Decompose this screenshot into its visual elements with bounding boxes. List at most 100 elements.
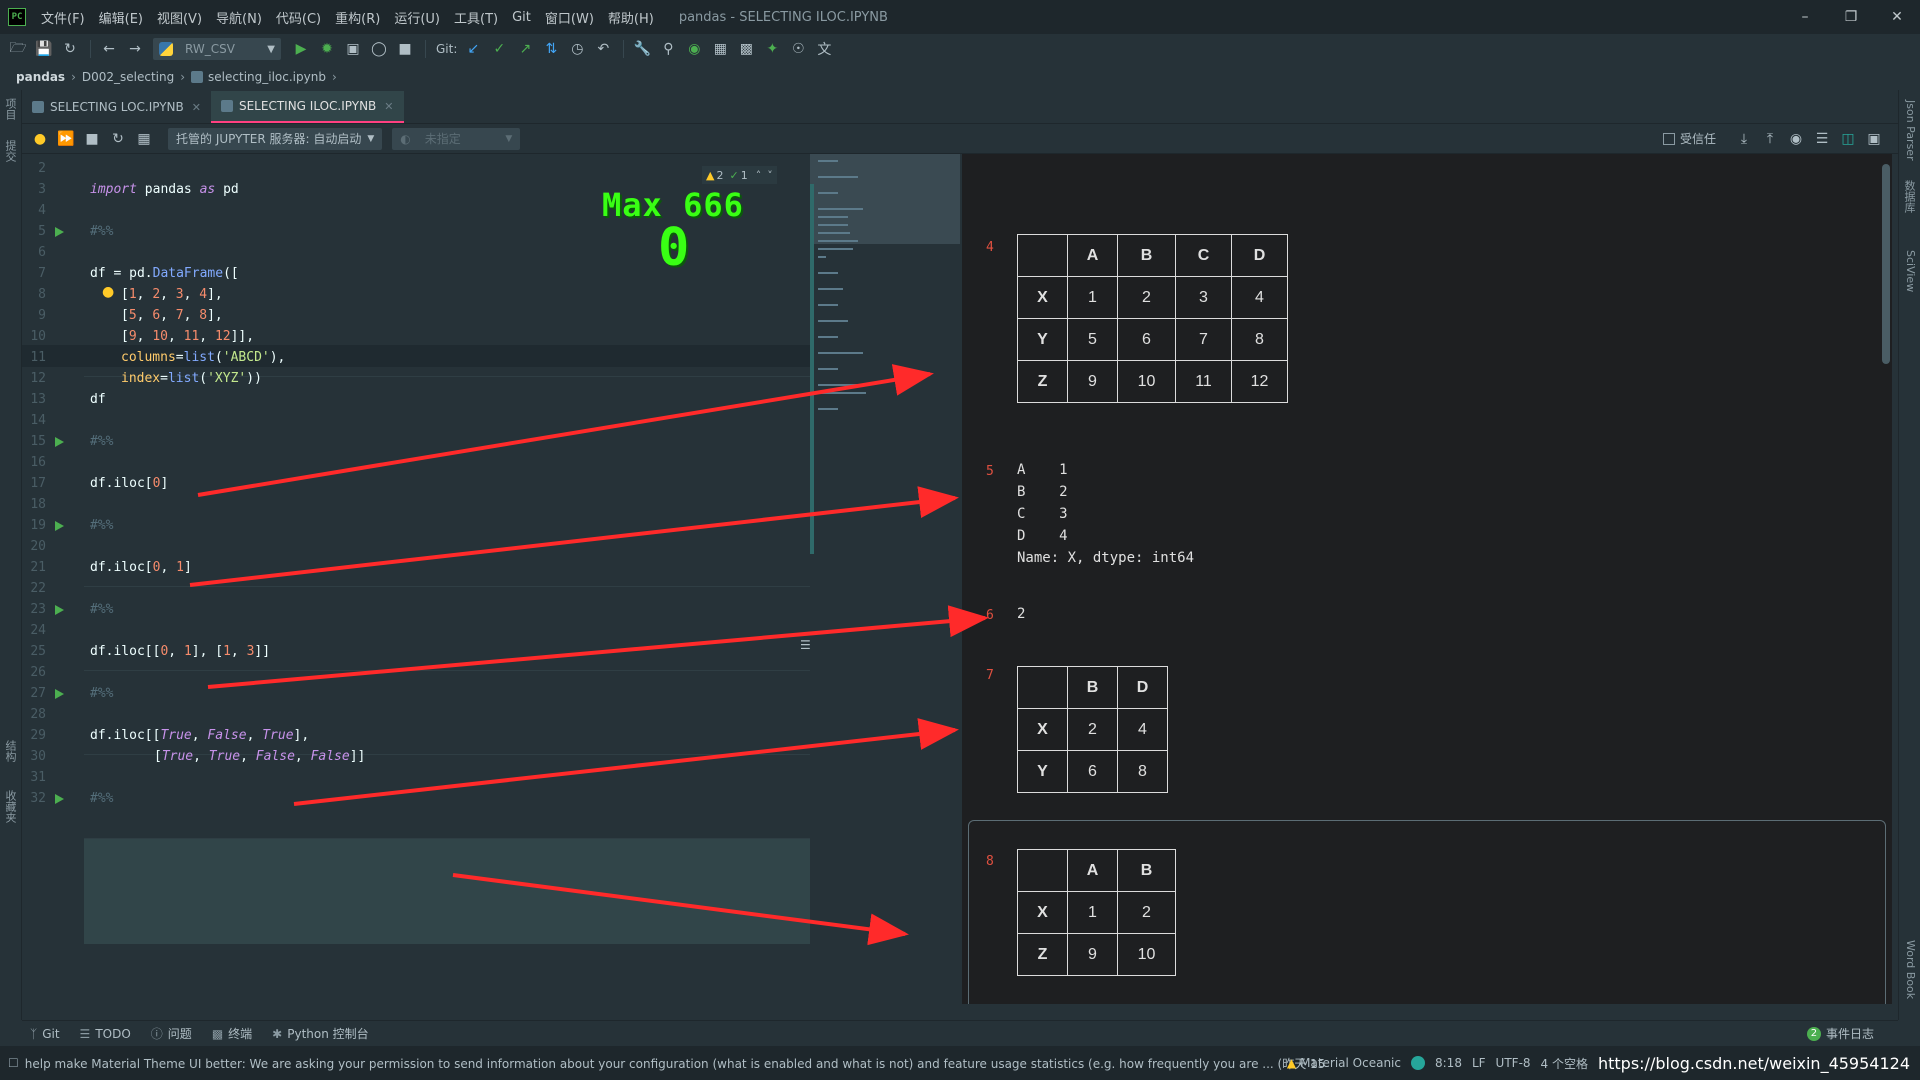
back-icon[interactable]: ← — [97, 37, 121, 61]
word-book-tool-button[interactable]: Word Book — [1904, 940, 1917, 999]
file-encoding[interactable]: UTF-8 — [1496, 1056, 1531, 1070]
menu-code[interactable]: 代码(C) — [269, 8, 328, 27]
settings-wrench-icon[interactable]: 🔧 — [630, 37, 654, 61]
minimap-viewport[interactable] — [810, 154, 960, 244]
commit-tool-button[interactable]: 提交 — [2, 140, 18, 162]
chevron-down-icon[interactable]: ˅ — [767, 169, 773, 182]
chevron-up-icon[interactable]: ˄ — [756, 169, 762, 182]
restore-icon[interactable]: ❐ — [1828, 0, 1874, 34]
close-icon[interactable]: ✕ — [1874, 0, 1920, 34]
breadcrumb-file[interactable]: selecting_iloc.ipynb — [208, 70, 326, 84]
restart-kernel-icon[interactable]: ↻ — [106, 127, 130, 151]
cell-divider-handle-icon[interactable]: ☰ — [800, 638, 811, 652]
save-icon[interactable]: 💾 — [32, 37, 56, 61]
run-cell-icon[interactable] — [55, 227, 64, 237]
run-cell-icon[interactable] — [55, 605, 64, 615]
indent-setting[interactable]: 4 个空格 — [1541, 1055, 1588, 1072]
breadcrumb-folder[interactable]: D002_selecting — [82, 70, 174, 84]
stop-icon[interactable]: ■ — [393, 37, 417, 61]
close-tab-icon[interactable]: ✕ — [384, 100, 393, 113]
theme-name[interactable]: Material Oceanic — [1300, 1056, 1401, 1070]
code-line-15: #%% — [90, 434, 114, 449]
split-view-icon[interactable]: ◫ — [1836, 127, 1860, 151]
tab-selecting-loc[interactable]: SELECTING LOC.IPYNB ✕ — [22, 91, 211, 123]
git-push-icon[interactable]: ↗ — [513, 37, 537, 61]
run-cell-icon[interactable] — [55, 437, 64, 447]
lightbulb-icon[interactable]: ● — [28, 127, 52, 151]
preview-icon[interactable]: ◉ — [1784, 127, 1808, 151]
trusted-checkbox[interactable] — [1662, 132, 1675, 145]
plugin-icon[interactable]: ✦ — [760, 37, 784, 61]
tool-todo-button[interactable]: ☰ TODO — [80, 1027, 131, 1041]
upload-icon[interactable]: ⤒ — [1758, 127, 1782, 151]
intention-bulb-icon[interactable]: ● — [102, 284, 114, 300]
json-parser-tool-button[interactable]: Json Parser — [1904, 100, 1917, 161]
tool-git-button[interactable]: ᛉ Git — [30, 1027, 60, 1041]
download-icon[interactable]: ⤓ — [1732, 127, 1756, 151]
output-scrollbar[interactable] — [1882, 164, 1890, 364]
open-folder-icon[interactable]: 🗁 — [6, 37, 30, 61]
sync-icon[interactable]: ↻ — [58, 37, 82, 61]
event-log-button[interactable]: 2 事件日志 — [1806, 1025, 1874, 1042]
status-message[interactable]: help make Material Theme UI better: We a… — [25, 1055, 1325, 1072]
output-preview-pane[interactable]: 4 A B C D X 1 2 3 4 Y 5 6 7 8 Z 9 10 11 … — [962, 154, 1892, 1004]
git-compare-icon[interactable]: ⇅ — [539, 37, 563, 61]
menu-edit[interactable]: 编辑(E) — [92, 8, 150, 27]
code-editor[interactable]: 1234567891011121314151617181920212223242… — [22, 154, 812, 1004]
profile-icon[interactable]: ◯ — [367, 37, 391, 61]
rollback-icon[interactable]: ↶ — [591, 37, 615, 61]
coverage-icon[interactable]: ▣ — [341, 37, 365, 61]
kernel-select[interactable]: ◐ 未指定 ▼ — [392, 127, 521, 150]
structure-tool-button[interactable]: 结构 — [2, 740, 18, 762]
menu-git[interactable]: Git — [505, 10, 538, 25]
sciview-tool-button[interactable]: SciView — [1904, 250, 1917, 292]
code-minimap[interactable]: ☰ — [800, 154, 960, 1004]
notification-icon[interactable]: ☐ — [8, 1056, 19, 1070]
tool-problems-button[interactable]: ⓘ 问题 — [151, 1025, 192, 1042]
tool-python-console-button[interactable]: ✱ Python 控制台 — [272, 1025, 368, 1042]
history-icon[interactable]: ◷ — [565, 37, 589, 61]
menu-view[interactable]: 视图(V) — [150, 8, 209, 27]
structure-icon[interactable]: ▦ — [708, 37, 732, 61]
toolbar-divider — [425, 40, 426, 58]
run-cell-icon[interactable] — [55, 521, 64, 531]
favorites-tool-button[interactable]: 收藏夹 — [2, 790, 18, 823]
menu-navigate[interactable]: 导航(N) — [209, 8, 269, 27]
menu-window[interactable]: 窗口(W) — [538, 8, 601, 27]
debug-icon[interactable]: ✹ — [315, 37, 339, 61]
code-with-me-icon[interactable]: ☉ — [786, 37, 810, 61]
sciview-icon[interactable]: ▩ — [734, 37, 758, 61]
search-icon[interactable]: ⚲ — [656, 37, 680, 61]
variables-icon[interactable]: ▦ — [132, 127, 156, 151]
inspection-widget[interactable]: ▲ 2 ✓ 1 ˄ ˅ — [702, 166, 777, 184]
editor-only-icon[interactable]: ☰ — [1810, 127, 1834, 151]
tool-terminal-button[interactable]: ▩ 终端 — [212, 1025, 252, 1042]
breadcrumb-project[interactable]: pandas — [16, 70, 65, 84]
menu-file[interactable]: 文件(F) — [34, 8, 92, 27]
caret-position[interactable]: 8:18 — [1435, 1056, 1462, 1070]
translate-icon[interactable]: 文 — [812, 37, 836, 61]
menu-tools[interactable]: 工具(T) — [447, 8, 505, 27]
menu-run[interactable]: 运行(U) — [387, 8, 447, 27]
run-icon[interactable]: ▶ — [289, 37, 313, 61]
run-cell-icon[interactable] — [55, 689, 64, 699]
run-all-icon[interactable]: ⏩ — [54, 127, 78, 151]
interrupt-kernel-icon[interactable]: ■ — [80, 127, 104, 151]
close-tab-icon[interactable]: ✕ — [192, 101, 201, 114]
run-config-select[interactable]: RW_CSV ▼ — [153, 38, 281, 60]
run-cell-icon[interactable] — [55, 794, 64, 804]
menu-help[interactable]: 帮助(H) — [601, 8, 661, 27]
editor-scrollbar[interactable] — [810, 184, 814, 554]
search-everywhere-icon[interactable]: ◉ — [682, 37, 706, 61]
tab-selecting-iloc[interactable]: SELECTING ILOC.IPYNB ✕ — [210, 91, 404, 123]
git-commit-icon[interactable]: ✓ — [487, 37, 511, 61]
minimize-icon[interactable]: – — [1782, 0, 1828, 34]
menu-refactor[interactable]: 重构(R) — [328, 8, 387, 27]
project-tool-button[interactable]: 项目 — [2, 98, 18, 120]
line-separator[interactable]: LF — [1472, 1056, 1486, 1070]
database-tool-button[interactable]: 数据库 — [1901, 180, 1917, 213]
preview-only-icon[interactable]: ▣ — [1862, 127, 1886, 151]
jupyter-server-select[interactable]: 托管的 JUPYTER 服务器: 自动启动 ▼ — [168, 127, 383, 150]
forward-icon[interactable]: → — [123, 37, 147, 61]
git-update-icon[interactable]: ↙ — [461, 37, 485, 61]
